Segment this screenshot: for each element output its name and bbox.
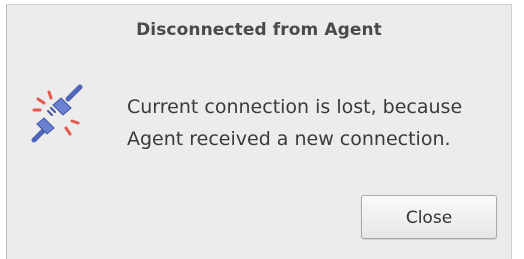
disconnected-dialog: Disconnected from Agent Current connecti…	[6, 4, 512, 259]
message-line-2: Agent received a new connection.	[127, 128, 451, 150]
disconnected-plug-icon	[30, 84, 86, 144]
close-button[interactable]: Close	[361, 195, 497, 239]
dialog-message: Current connection is lost, because Agen…	[127, 91, 462, 155]
dialog-title: Disconnected from Agent	[136, 20, 382, 40]
message-line-1: Current connection is lost, because	[127, 96, 463, 118]
